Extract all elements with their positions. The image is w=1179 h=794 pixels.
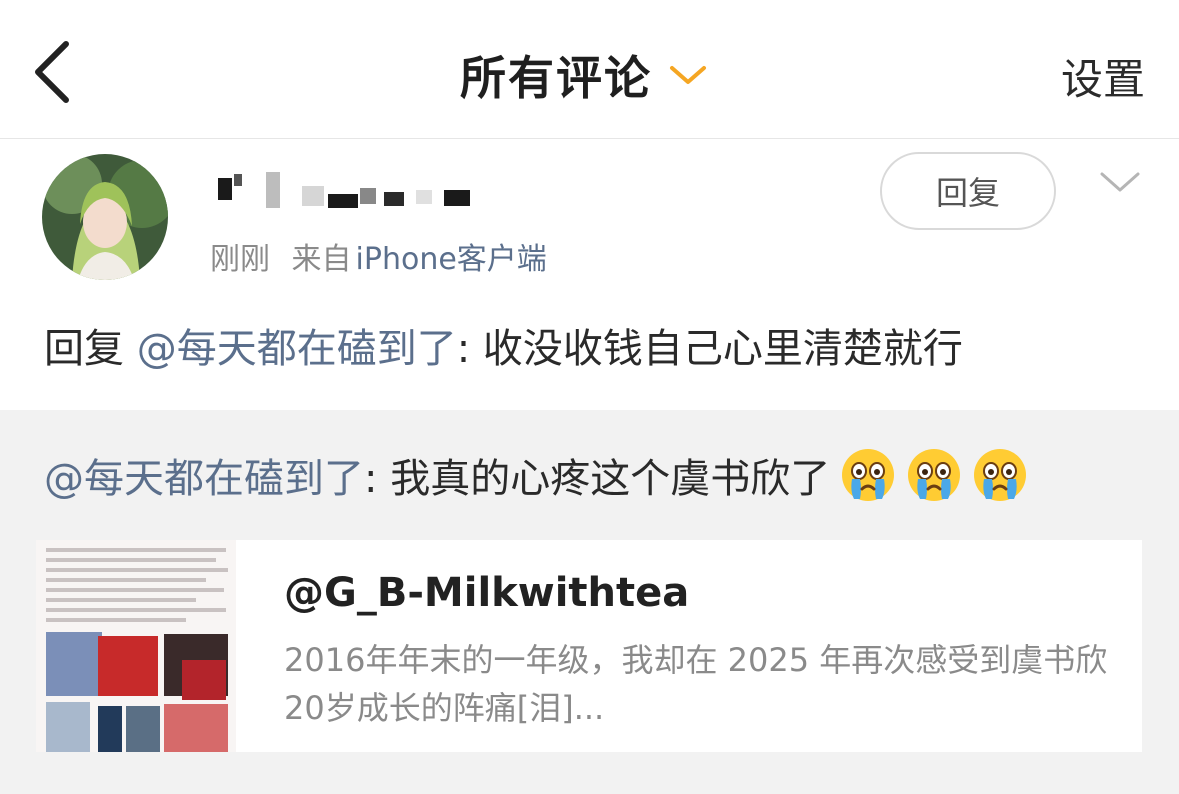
mention-link[interactable]: @每天都在磕到了	[137, 326, 457, 372]
card-title[interactable]: @G_B-Milkwithtea	[284, 570, 689, 616]
chevron-down-icon	[670, 66, 706, 84]
back-button[interactable]	[22, 36, 82, 108]
quoted-body: : 我真的心疼这个虞书欣了	[364, 456, 831, 502]
quoted-comment-text[interactable]: @每天都在磕到了: 我真的心疼这个虞书欣了	[44, 446, 1028, 504]
linked-post-card[interactable]: @G_B-Milkwithtea 2016年年末的一年级，我却在 2025 年再…	[36, 540, 1142, 752]
comment-text[interactable]: 回复 @每天都在磕到了: 收没收钱自己心里清楚就行	[44, 316, 963, 374]
reply-prefix: 回复	[44, 326, 137, 372]
card-description: 2016年年末的一年级，我却在 2025 年再次感受到虞书欣20岁成长的阵痛[泪…	[284, 641, 1108, 727]
comment-time: 刚刚	[210, 242, 270, 277]
crying-face-emoji-icon	[974, 449, 1027, 501]
top-nav-bar: 所有评论 设置	[0, 0, 1179, 139]
page-title: 所有评论	[460, 51, 652, 105]
mention-link[interactable]: @每天都在磕到了	[44, 446, 364, 504]
chevron-left-icon	[35, 41, 69, 103]
crying-face-emoji-icon	[908, 449, 961, 501]
avatar[interactable]	[42, 154, 168, 280]
comment-filter-dropdown[interactable]: 所有评论	[460, 40, 710, 110]
comment-meta: 刚刚 来自 iPhone客户端	[210, 234, 559, 278]
settings-button[interactable]: 设置	[1061, 46, 1145, 107]
username-obscured[interactable]	[210, 168, 480, 212]
chevron-down-icon[interactable]	[1098, 170, 1142, 196]
comment-body: : 收没收钱自己心里清楚就行	[456, 326, 963, 372]
comment-source[interactable]: iPhone客户端	[356, 242, 547, 277]
reply-button[interactable]: 回复	[880, 152, 1056, 230]
post-thumbnail[interactable]	[36, 540, 236, 752]
crying-face-emoji-icon	[842, 449, 895, 501]
source-prefix: 来自	[291, 242, 352, 277]
